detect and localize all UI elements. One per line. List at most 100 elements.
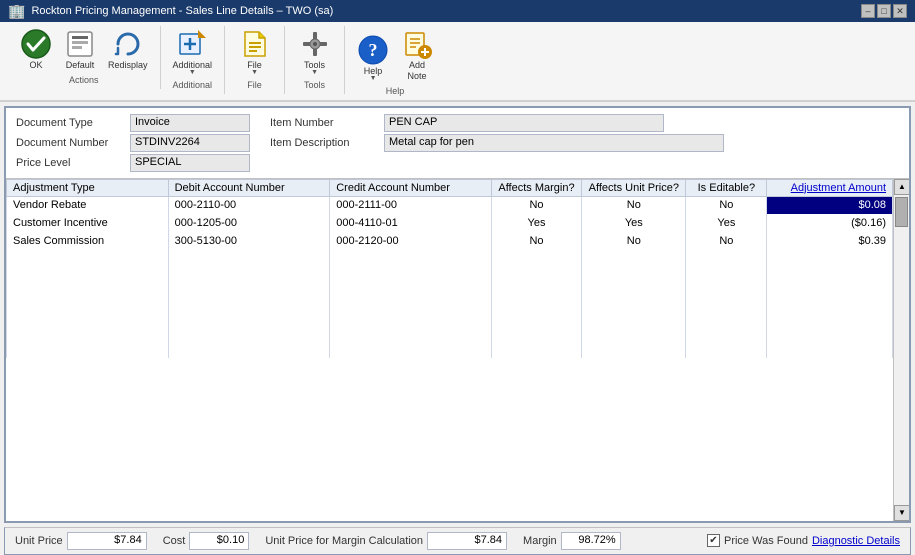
ok-button[interactable]: OK [16,26,56,73]
cell-creditAcct [330,340,492,358]
col-adj-amount[interactable]: Adjustment Amount [767,179,893,196]
document-number-value: STDINV2264 [130,134,250,152]
cell-isEditable [686,268,767,286]
additional-dropdown-arrow: ▼ [189,69,196,76]
app-icon: 🏢 [8,3,25,20]
cell-creditAcct [330,250,492,268]
cell-creditAcct: 000-4110-01 [330,214,492,232]
tools-button[interactable]: Tools ▼ [295,26,335,78]
file-icon [239,28,271,60]
cell-adjType [7,268,169,286]
cell-debitAcct [168,304,330,322]
table-scrollbar[interactable]: ▲ ▼ [893,179,909,521]
cell-affectsUnitPrice: No [582,232,686,250]
default-icon [64,28,96,60]
table-row[interactable] [7,250,893,268]
unit-price-value: $7.84 [67,532,147,550]
actions-group-label: Actions [69,75,99,85]
ribbon-group-help: ? Help ▼ Ad [345,26,445,100]
cell-creditAcct [330,268,492,286]
help-icon: ? [357,34,389,66]
window-title: Rockton Pricing Management - Sales Line … [31,5,333,17]
table-row[interactable] [7,340,893,358]
file-group-label: File [247,80,262,90]
cost-value: $0.10 [189,532,249,550]
cell-adjAmount: ($0.16) [767,214,893,232]
table-header-row: Adjustment Type Debit Account Number Cre… [7,179,893,196]
tools-buttons: Tools ▼ [295,26,335,78]
additional-group-label: Additional [173,80,213,90]
actions-buttons: OK Default [16,26,152,73]
cell-affectsMargin [491,250,581,268]
cell-creditAcct [330,304,492,322]
file-button[interactable]: File ▼ [235,26,275,78]
table-scroll[interactable]: Adjustment Type Debit Account Number Cre… [6,179,893,521]
unit-price-margin-value: $7.84 [427,532,507,550]
cell-adjAmount: $0.39 [767,232,893,250]
margin-label: Margin [523,535,557,547]
tools-group-label: Tools [304,80,325,90]
cell-affectsUnitPrice [582,286,686,304]
additional-buttons: Additional ▼ [169,26,217,78]
scroll-down-button[interactable]: ▼ [894,505,909,521]
table-row[interactable] [7,322,893,340]
svg-text:?: ? [369,40,378,60]
cell-adjType: Customer Incentive [7,214,169,232]
cell-debitAcct [168,250,330,268]
restore-button[interactable]: □ [877,4,891,18]
help-dropdown-arrow: ▼ [370,75,377,82]
add-note-button[interactable]: AddNote [397,26,437,84]
price-was-found-checkbox[interactable]: ✔ [707,534,720,547]
scroll-up-button[interactable]: ▲ [894,179,909,195]
cell-isEditable [686,250,767,268]
cell-debitAcct: 000-1205-00 [168,214,330,232]
cell-creditAcct [330,322,492,340]
item-description-value: Metal cap for pen [384,134,724,152]
table-row[interactable] [7,304,893,322]
cell-affectsUnitPrice [582,322,686,340]
item-number-label: Item Number [270,117,380,129]
cell-adjAmount [767,340,893,358]
item-description-row: Item Description Metal cap for pen [270,134,899,152]
table-row[interactable]: Customer Incentive000-1205-00000-4110-01… [7,214,893,232]
cell-adjAmount [767,304,893,322]
add-note-icon [401,28,433,60]
form-right: Item Number PEN CAP Item Description Met… [270,114,899,172]
file-dropdown-arrow: ▼ [251,69,258,76]
cell-creditAcct: 000-2120-00 [330,232,492,250]
col-debit-acct: Debit Account Number [168,179,330,196]
redisplay-icon [112,28,144,60]
table-row[interactable] [7,268,893,286]
unit-price-label: Unit Price [15,535,63,547]
tools-dropdown-arrow: ▼ [311,69,318,76]
cell-adjType: Sales Commission [7,232,169,250]
unit-price-margin-label: Unit Price for Margin Calculation [265,535,423,547]
cell-affectsMargin [491,322,581,340]
document-type-value: Invoice [130,114,250,132]
cell-affectsUnitPrice [582,340,686,358]
close-button[interactable]: ✕ [893,4,907,18]
col-credit-acct: Credit Account Number [330,179,492,196]
diagnostic-details-link[interactable]: Diagnostic Details [812,535,900,547]
table-row[interactable]: Vendor Rebate000-2110-00000-2111-00NoNoN… [7,196,893,214]
unit-price-margin-group: Unit Price for Margin Calculation $7.84 [265,532,507,550]
cell-adjType [7,340,169,358]
scroll-thumb[interactable] [895,197,908,227]
ok-label: OK [29,60,42,71]
window-controls[interactable]: – □ ✕ [861,4,907,18]
cell-isEditable [686,286,767,304]
cell-adjType: Vendor Rebate [7,196,169,214]
table-row[interactable]: Sales Commission300-5130-00000-2120-00No… [7,232,893,250]
minimize-button[interactable]: – [861,4,875,18]
help-button[interactable]: ? Help ▼ [353,32,393,84]
additional-button[interactable]: Additional ▼ [169,26,217,78]
cell-isEditable [686,304,767,322]
cell-debitAcct [168,340,330,358]
table-row[interactable] [7,286,893,304]
default-button[interactable]: Default [60,26,100,73]
cell-isEditable: No [686,232,767,250]
redisplay-button[interactable]: Redisplay [104,26,152,73]
col-adj-type: Adjustment Type [7,179,169,196]
cost-label: Cost [163,535,186,547]
cell-adjAmount [767,286,893,304]
